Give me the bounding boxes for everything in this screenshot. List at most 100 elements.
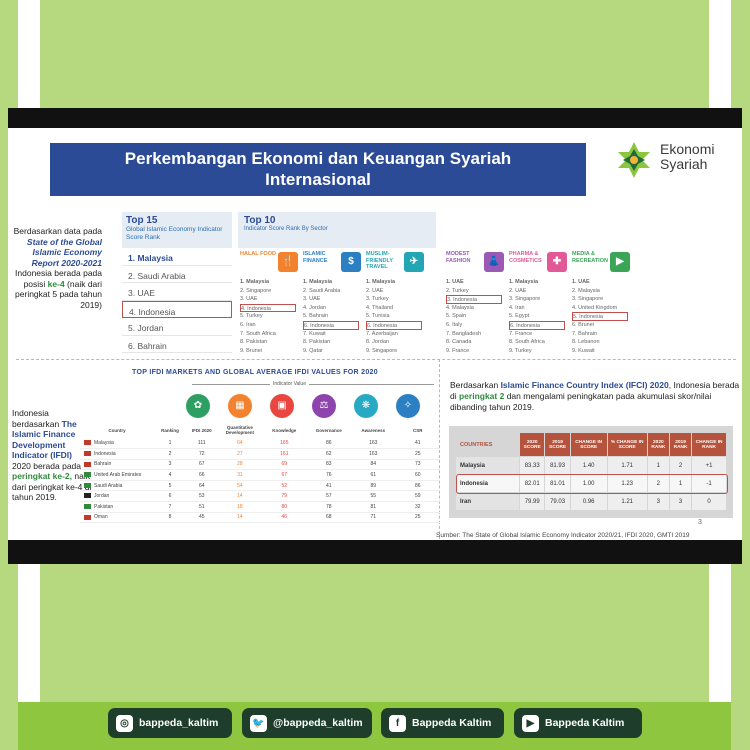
value-cell: 18 [217, 501, 263, 513]
indicator-label: Indicator Value [270, 381, 309, 387]
table-row: United Arab Emirates 4 66 31 67 76 61 60 [80, 469, 440, 481]
sector-item: 9. Singapore [366, 347, 398, 354]
value-cell: 1 [154, 438, 186, 450]
ifdi-table: Country Ranking IFDI 2020 Quantitative Deve… [80, 408, 440, 524]
value-cell: 89 [351, 480, 396, 492]
social-link-facebook[interactable]: f Bappeda Kaltim [381, 708, 504, 738]
table-row: Iran 79.99 79.03 0.96 1.21 3 3 0 [455, 492, 727, 511]
flag-icon [84, 504, 91, 510]
instagram-icon: ◎ [116, 714, 133, 732]
value-cell: 3 [668, 492, 693, 511]
sector-item: 5. Turkey [240, 313, 263, 320]
table-row: Saudi Arabia 5 64 54 52 41 89 86 [80, 480, 440, 492]
page-number: 3 [698, 519, 702, 526]
value-cell: 3 [154, 459, 186, 471]
social-link-twitter[interactable]: 🐦 @bappeda_kaltim [242, 708, 372, 738]
value-cell: 60 [395, 469, 440, 481]
sector-modest-fashion: MODEST FASHION 👗 1. UAE 2. Turkey 3. Indones… [444, 248, 506, 356]
sector-item-highlight: 6. Indonesia [303, 320, 359, 330]
sector-item: 4. Thailand [366, 304, 394, 311]
sector-item: 7. Bahrain [572, 330, 598, 337]
social-label: Bappeda Kaltim [412, 717, 492, 729]
sector-item: 5. Spain [446, 313, 467, 320]
ifci-panel: COUNTRIES 2020 SCORE 2019 SCORE CHANGE IN S… [449, 426, 733, 518]
top15-subtitle: Global Islamic Economy Indicator Score R… [126, 226, 223, 241]
value-cell: 45 [185, 512, 218, 524]
value-cell: 53 [185, 490, 218, 503]
value-cell: 46 [262, 512, 307, 524]
value-cell: 78 [306, 501, 352, 513]
country-name: Indonesia [94, 450, 116, 457]
value-cell: 72 [185, 448, 218, 460]
sector-item: 1. Malaysia [509, 279, 539, 285]
flag-icon [84, 461, 91, 467]
sector-list: 1. Malaysia 2. UAE 3. Turkey 4. Thailand 5. … [364, 276, 426, 355]
ifdi-rank: peringkat ke-2, [12, 471, 72, 481]
top15-title: Top 15 [126, 215, 158, 226]
sector-item: 6. Italy [446, 321, 463, 328]
sector-list: 1. Malaysia 2. Singapore 3. UAE 4. Indonesi… [238, 276, 300, 355]
sector-name: ISLAMIC FINANCE [303, 251, 328, 264]
sector-item-highlight: 4. Indonesia [240, 303, 296, 313]
sector-item: 4. United Kingdom [572, 304, 618, 311]
logo-text-1: Ekonomi [660, 141, 715, 157]
value-cell: 55 [351, 490, 396, 503]
value-cell: 28 [217, 459, 263, 471]
sector-header: MEDIA & RECREATION ▶ [570, 248, 632, 276]
top15-panel: Top 15 Global Islamic Economy Indicator S… [122, 212, 232, 353]
gie-report-name: State of the Global Islamic Economy Repo… [26, 236, 102, 268]
column-header: 2019 SCORE [544, 432, 571, 457]
table-row: Pakistan 7 51 18 80 78 81 32 [80, 501, 440, 513]
value-cell: 1.71 [606, 456, 648, 475]
sector-item: 5. Egypt [509, 313, 530, 320]
top10-subtitle: Indicator Score Rank By Sector [244, 226, 328, 232]
top15-row: 6. Bahrain [122, 336, 232, 353]
sector-item: 2. UAE [366, 287, 384, 294]
value-cell: 41 [306, 480, 352, 492]
country-cell: Malaysia [455, 456, 520, 475]
gie-rank: ke-4 [47, 278, 65, 289]
sector-item: 1. Malaysia [240, 279, 270, 285]
value-cell: 68 [306, 512, 352, 524]
ifci-note: Berdasarkan Islamic Finance Country Inde… [450, 380, 740, 413]
country-cell: United Arab Emirates [80, 469, 155, 481]
table-header-row: Country Ranking IFDI 2020 Quantitative Deve… [80, 408, 440, 438]
value-cell: 79.99 [518, 492, 546, 511]
value-cell: 62 [306, 448, 352, 460]
sector-icon: 👗 [484, 252, 504, 272]
ekonomi-syariah-logo: Ekonomi Syariah [614, 140, 734, 180]
flag-icon [84, 482, 91, 488]
sector-item: 9. Qatar [303, 347, 323, 354]
country-cell: Malaysia [80, 438, 155, 450]
sector-item: 9. Brunei [240, 347, 263, 354]
flag-icon [84, 440, 91, 446]
value-cell: 80 [262, 501, 307, 513]
social-link-instagram[interactable]: ◎ bappeda_kaltim [108, 708, 232, 738]
sector-item: 1. UAE [572, 279, 590, 285]
sector-halal-food: HALAL FOOD 🍴 1. Malaysia 2. Singapore 3. UAE… [238, 248, 300, 356]
top15-row: 5. Jordan [122, 318, 232, 336]
sector-item: 9. Kuwait [572, 347, 595, 354]
value-cell: 0 [691, 492, 727, 511]
column-header: 2020 RANK [646, 432, 670, 457]
value-cell: 5 [154, 480, 186, 492]
value-cell: 2 [668, 456, 693, 475]
sector-item: 4. Iran [509, 304, 525, 311]
value-cell: 1.21 [606, 492, 648, 511]
country-name: Jordan [94, 493, 110, 500]
sector-header: PHARMA & COSMETICS ✚ [507, 248, 569, 276]
country-name: Saudi Arabia [94, 482, 123, 489]
value-cell: 1.40 [569, 456, 608, 475]
value-cell: 69 [262, 459, 307, 471]
sector-item: 6. Iran [240, 321, 256, 328]
sector-item: 2. Malaysia [572, 287, 600, 294]
youtube-icon: ▶ [522, 714, 539, 732]
social-label: @bappeda_kaltim [273, 717, 363, 729]
sector-item: 2. UAE [509, 287, 527, 294]
facebook-icon: f [389, 714, 406, 732]
sector-item: 5. Bahrain [303, 313, 329, 320]
sector-item: 2. Saudi Arabia [303, 287, 341, 294]
social-link-youtube[interactable]: ▶ Bappeda Kaltim [514, 708, 642, 738]
value-cell: 31 [217, 469, 263, 481]
value-cell: 0.96 [569, 492, 608, 511]
